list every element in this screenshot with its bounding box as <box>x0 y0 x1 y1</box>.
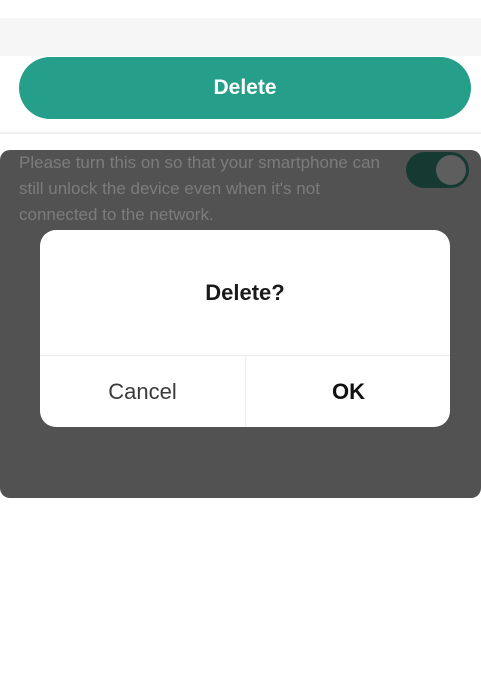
ok-button[interactable]: OK <box>246 356 450 427</box>
dialog-title: Delete? <box>205 280 285 305</box>
top-strip <box>0 0 481 18</box>
delete-confirm-dialog: Delete? Cancel OK <box>40 230 450 427</box>
top-gray-bar <box>0 18 481 56</box>
divider <box>0 132 481 134</box>
toggle-knob <box>436 155 466 185</box>
cancel-button[interactable]: Cancel <box>40 356 245 427</box>
offline-unlock-description: Please turn this on so that your smartph… <box>19 153 380 224</box>
offline-unlock-toggle[interactable] <box>406 152 469 188</box>
top-panel: Delete <box>0 0 481 136</box>
delete-button[interactable]: Delete <box>19 57 471 119</box>
